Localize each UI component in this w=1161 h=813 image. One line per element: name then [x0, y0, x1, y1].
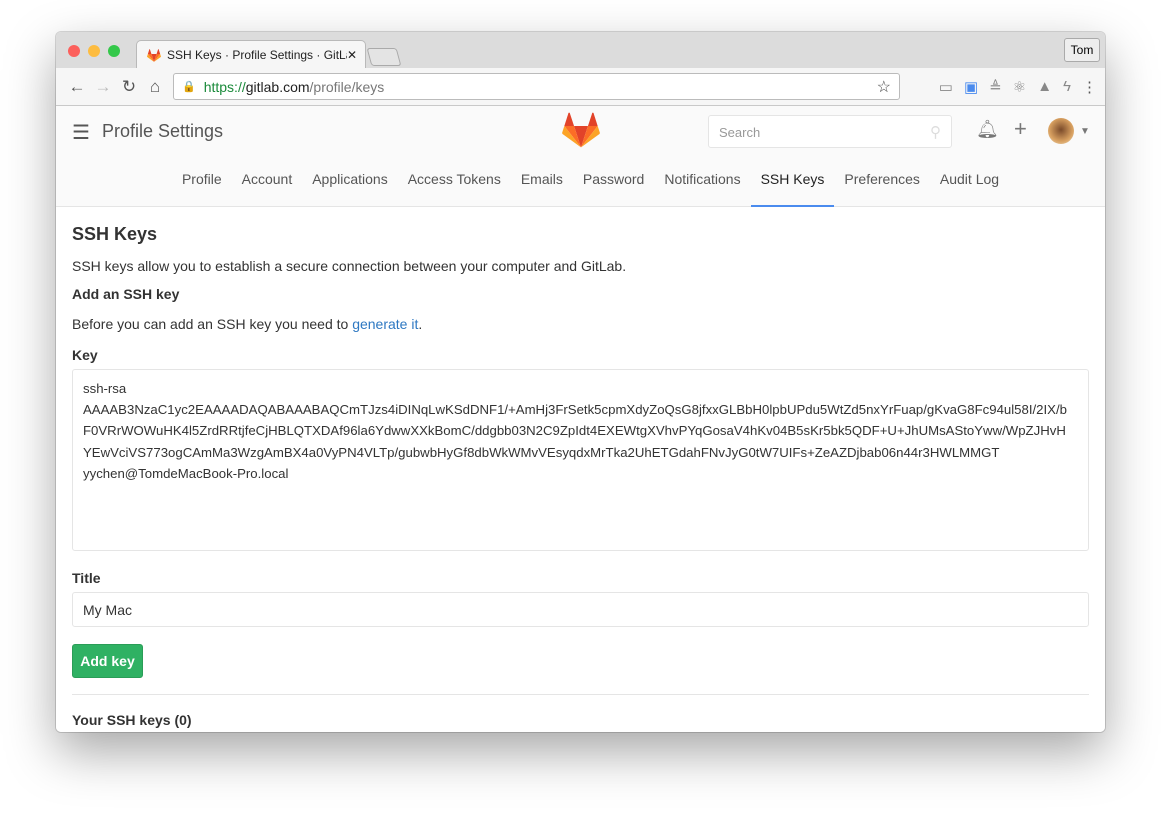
new-tab-button[interactable]	[366, 48, 402, 66]
page-description: SSH keys allow you to establish a secure…	[72, 258, 627, 274]
main-content: SSH Keys SSH keys allow you to establish…	[56, 207, 1105, 732]
hint-text: Before you can add an SSH key you need t…	[72, 316, 353, 332]
search-placeholder: Search	[719, 125, 761, 140]
tab-account[interactable]: Account	[232, 155, 303, 207]
url-host: gitlab.com	[245, 78, 310, 95]
tab-access-tokens[interactable]: Access Tokens	[398, 155, 511, 207]
search-input[interactable]: Search ⚲	[708, 115, 952, 148]
lock-icon: 🔒	[182, 81, 196, 93]
browser-toolbar: ← → ↻ ⌂ 🔒 https://gitlab.com/profile/key…	[56, 68, 1105, 106]
bolt-icon[interactable]: ϟ	[1063, 78, 1071, 96]
tab-preferences[interactable]: Preferences	[834, 155, 929, 207]
header-title: Profile Settings	[102, 121, 224, 141]
tab-ssh-keys[interactable]: SSH Keys	[750, 155, 835, 207]
react-devtools-icon[interactable]: ⚛	[1013, 78, 1026, 96]
address-bar[interactable]: 🔒 https://gitlab.com/profile/keys ☆	[173, 73, 900, 100]
browser-tab[interactable]: SSH Keys · Profile Settings · GitLab ✕	[136, 40, 366, 69]
key-textarea[interactable]: ssh-rsa AAAAB3NzaC1yc2EAAAADAQABAAABAQCm…	[72, 369, 1089, 551]
gitlab-header: ☰ Profile Settings Search ⚲ 🔔︎ + ▼	[56, 106, 1105, 155]
tab-audit-log[interactable]: Audit Log	[930, 155, 1009, 207]
screenshot-extension-icon[interactable]: ▣	[964, 78, 978, 96]
key-line: yychen@TomdeMacBook-Pro.local	[83, 465, 289, 481]
generate-it-link[interactable]: generate it	[352, 316, 418, 332]
key-line: AAAAB3NzaC1yc2EAAAADAQABAAABAQCmTJzs4iDI…	[83, 402, 1067, 418]
tab-emails[interactable]: Emails	[511, 155, 573, 207]
search-icon: ⚲	[930, 124, 941, 141]
extension-icon[interactable]: ≜	[989, 78, 1002, 96]
extensions: ▭ ▣ ≜ ⚛ ▲ ϟ ⋮	[939, 78, 1097, 96]
add-key-button[interactable]: Add key	[72, 644, 143, 678]
browser-window: SSH Keys · Profile Settings · GitLab ✕ T…	[56, 32, 1105, 732]
url-scheme: https://	[203, 78, 246, 95]
bookmark-star-icon[interactable]: ☆	[877, 77, 891, 97]
hamburger-menu-icon[interactable]: ☰	[72, 120, 90, 145]
close-tab-icon[interactable]: ✕	[347, 48, 357, 62]
key-line: ssh-rsa	[83, 381, 127, 396]
profile-button[interactable]: Tom	[1064, 38, 1100, 62]
your-keys-heading: Your SSH keys (0)	[72, 712, 192, 728]
new-plus-icon[interactable]: +	[1014, 116, 1027, 142]
profile-nav: Profile Account Applications Access Toke…	[56, 155, 1105, 207]
add-key-heading: Add an SSH key	[72, 286, 180, 302]
hint-period: .	[418, 316, 423, 332]
divider	[72, 694, 1089, 695]
close-window-button[interactable]	[68, 45, 80, 57]
back-icon[interactable]: ←	[64, 77, 90, 97]
tab-title: SSH Keys · Profile Settings · GitLab	[167, 48, 347, 62]
notifications-bell-icon[interactable]: 🔔︎	[976, 119, 999, 140]
tab-profile[interactable]: Profile	[172, 155, 232, 207]
generate-hint: Before you can add an SSH key you need t…	[72, 316, 422, 332]
tab-applications[interactable]: Applications	[302, 155, 398, 207]
tab-password[interactable]: Password	[573, 155, 654, 207]
title-label: Title	[72, 570, 101, 586]
key-line: YEwVciVS773ogCAmMa3WzgAmBX4a0VyPN4VLTp/g…	[83, 444, 1000, 460]
tab-bar: SSH Keys · Profile Settings · GitLab ✕ T…	[56, 32, 1105, 69]
maximize-window-button[interactable]	[108, 45, 120, 57]
gitlab-favicon-icon	[147, 48, 161, 62]
key-label: Key	[72, 347, 98, 363]
tab-notifications[interactable]: Notifications	[654, 155, 750, 207]
home-icon[interactable]: ⌂	[142, 77, 168, 97]
user-avatar[interactable]	[1048, 118, 1074, 144]
key-line: F0VRrWOWuHK4l5ZrdRRtjfeCjHBLQTXDAf96la6Y…	[83, 423, 1066, 439]
minimize-window-button[interactable]	[88, 45, 100, 57]
gitlab-logo-icon[interactable]	[562, 112, 600, 148]
title-input[interactable]: My Mac	[72, 592, 1089, 627]
drive-icon[interactable]: ▲	[1037, 78, 1052, 96]
reload-icon[interactable]: ↻	[116, 77, 142, 97]
cast-icon[interactable]: ▭	[939, 78, 953, 96]
page-title: SSH Keys	[72, 224, 158, 244]
forward-icon[interactable]: →	[90, 77, 116, 97]
menu-kebab-icon[interactable]: ⋮	[1082, 78, 1097, 96]
url-path: /profile/keys	[309, 78, 385, 95]
chevron-down-icon[interactable]: ▼	[1080, 126, 1090, 137]
